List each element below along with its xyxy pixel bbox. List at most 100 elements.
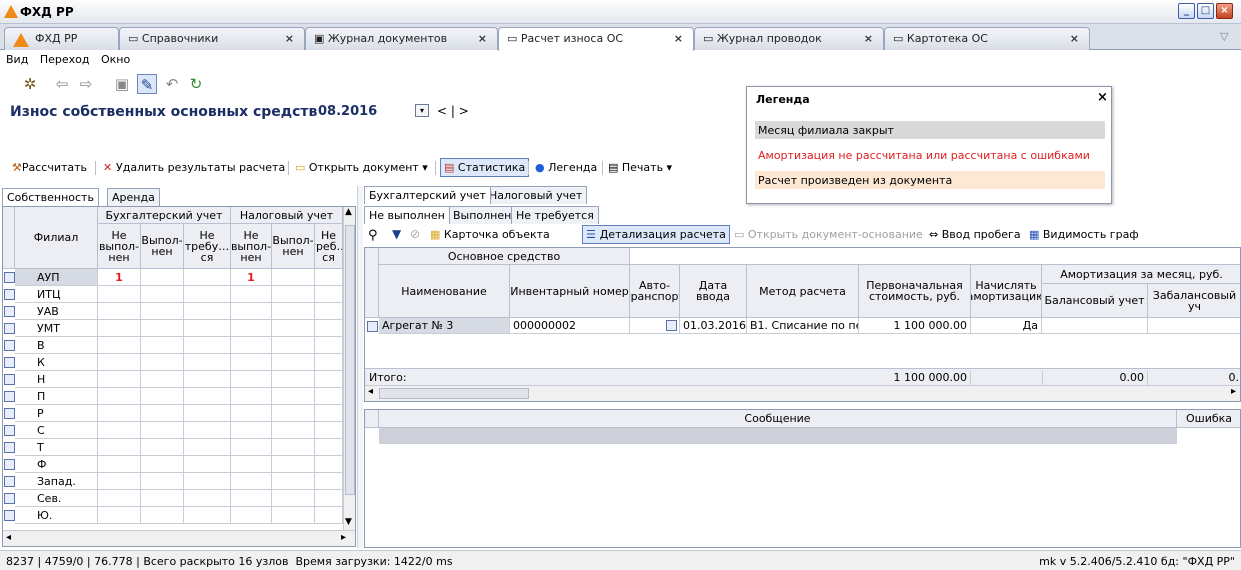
cell-count[interactable] <box>141 354 184 371</box>
col-header-tax-not-done[interactable]: Не выпол-нен <box>231 224 272 269</box>
close-tab-icon[interactable]: × <box>478 32 487 45</box>
scroll-left-icon[interactable]: ◂ <box>368 386 373 397</box>
cell-count[interactable] <box>98 405 141 422</box>
col-header-commission-date[interactable]: Дата ввода <box>680 265 747 318</box>
cell-count[interactable] <box>98 337 141 354</box>
maximize-button[interactable]: □ <box>1197 3 1214 19</box>
cell-count[interactable] <box>184 337 231 354</box>
cell-count[interactable] <box>184 354 231 371</box>
cell-accrue[interactable]: Да <box>971 318 1042 334</box>
cell-count[interactable] <box>315 320 343 337</box>
cell-count[interactable] <box>184 490 231 507</box>
scroll-right-icon[interactable]: ▸ <box>1231 386 1236 397</box>
filter-icon[interactable]: ▼ <box>392 227 401 241</box>
horizontal-scrollbar[interactable]: ◂ ▸ <box>365 385 1240 401</box>
cell-count[interactable] <box>272 371 315 388</box>
scroll-down-icon[interactable]: ▼ <box>345 517 352 527</box>
save-icon[interactable]: ▣ <box>112 74 132 94</box>
col-header-tax-done[interactable]: Выпол-нен <box>272 224 315 269</box>
calculate-button[interactable]: ⚒Рассчитать <box>12 161 87 174</box>
close-tab-icon[interactable]: × <box>674 32 683 45</box>
cell-count[interactable] <box>315 456 343 473</box>
cell-count[interactable] <box>98 490 141 507</box>
period-dropdown-icon[interactable]: ▾ <box>415 104 429 117</box>
cell-count[interactable] <box>315 439 343 456</box>
col-header-tax-not-required[interactable]: Не треб…ся <box>315 224 343 269</box>
row-selector-checkbox[interactable] <box>4 408 15 419</box>
cell-balance[interactable] <box>1042 318 1148 334</box>
cell-count[interactable]: 1 <box>231 269 272 286</box>
tab-postings[interactable]: ▭ Журнал проводок × <box>694 27 884 50</box>
cell-count[interactable]: 1 <box>98 269 141 286</box>
message-row[interactable] <box>379 428 1177 444</box>
cell-filial[interactable]: Сев. <box>15 490 98 507</box>
tab-depreciation[interactable]: ▭ Расчет износа ОС × <box>498 27 694 51</box>
col-header-calc-method[interactable]: Метод расчета <box>747 265 859 318</box>
refresh-icon[interactable]: ↻ <box>186 74 206 94</box>
close-tab-icon[interactable]: × <box>1070 32 1079 45</box>
edit-icon[interactable]: ✎ <box>137 74 157 94</box>
row-selector-checkbox[interactable] <box>4 425 15 436</box>
close-tab-icon[interactable]: × <box>864 32 873 45</box>
cell-count[interactable] <box>141 303 184 320</box>
object-card-button[interactable]: ▦ Карточка объекта <box>430 228 550 241</box>
row-selector-checkbox[interactable] <box>4 476 15 487</box>
cell-count[interactable] <box>231 388 272 405</box>
tab-cards[interactable]: ▭ Картотека ОС × <box>884 27 1090 50</box>
row-selector-checkbox[interactable] <box>4 510 15 521</box>
cell-count[interactable] <box>315 303 343 320</box>
legend-close-button[interactable]: × <box>1097 90 1108 105</box>
legend-button[interactable]: ● Легенда <box>535 161 597 174</box>
cell-count[interactable] <box>231 456 272 473</box>
cell-count[interactable] <box>141 456 184 473</box>
cell-count[interactable] <box>98 303 141 320</box>
cell-count[interactable] <box>184 286 231 303</box>
cell-count[interactable] <box>231 473 272 490</box>
minimize-button[interactable]: _ <box>1178 3 1195 19</box>
forward-arrow-icon[interactable]: ⇨ <box>76 74 96 94</box>
cell-count[interactable] <box>315 286 343 303</box>
col-header-vehicle[interactable]: Авто-транспорт <box>630 265 680 318</box>
cell-count[interactable] <box>98 388 141 405</box>
row-selector-checkbox[interactable] <box>367 321 378 332</box>
row-selector-checkbox[interactable] <box>4 357 15 368</box>
cell-filial[interactable]: К <box>15 354 98 371</box>
row-selector-checkbox[interactable] <box>4 493 15 504</box>
cell-count[interactable] <box>315 354 343 371</box>
mileage-input-button[interactable]: ⇔ Ввод пробега <box>929 228 1021 241</box>
scroll-thumb[interactable] <box>379 388 529 399</box>
cell-filial[interactable]: Н <box>15 371 98 388</box>
cell-date[interactable]: 01.03.2016 <box>680 318 747 334</box>
cell-count[interactable] <box>231 303 272 320</box>
cell-count[interactable] <box>231 439 272 456</box>
row-selector-checkbox[interactable] <box>4 340 15 351</box>
col-header-not-done[interactable]: Не выпол-нен <box>98 224 141 269</box>
col-header-done[interactable]: Выпол-нен <box>141 224 184 269</box>
row-selector-checkbox[interactable] <box>4 391 15 402</box>
cell-count[interactable] <box>141 405 184 422</box>
cell-initial-cost[interactable]: 1 100 000.00 <box>859 318 971 334</box>
tab-own[interactable]: Собственность <box>2 188 99 206</box>
row-selector-checkbox[interactable] <box>4 306 15 317</box>
cell-inventory-number[interactable]: 000000002 <box>510 318 630 334</box>
cell-count[interactable] <box>141 473 184 490</box>
scroll-left-icon[interactable]: ◂ <box>6 532 11 543</box>
cell-count[interactable] <box>98 371 141 388</box>
cell-filial[interactable]: АУП <box>15 269 98 286</box>
tab-not-required[interactable]: Не требуется <box>511 206 599 224</box>
columns-visibility-button[interactable]: ▦ Видимость граф <box>1029 228 1139 241</box>
cell-method[interactable]: В1. Списание по пе <box>747 318 859 334</box>
delete-results-button[interactable]: ✕ Удалить результаты расчета <box>103 161 285 174</box>
cell-vehicle[interactable] <box>630 318 680 334</box>
cell-count[interactable] <box>272 439 315 456</box>
cell-count[interactable] <box>272 337 315 354</box>
cell-count[interactable] <box>98 473 141 490</box>
cell-count[interactable] <box>272 456 315 473</box>
calc-details-button[interactable]: ☰ Детализация расчета <box>582 225 730 244</box>
cell-filial[interactable]: УМТ <box>15 320 98 337</box>
cell-filial[interactable]: Р <box>15 405 98 422</box>
row-selector-checkbox[interactable] <box>4 442 15 453</box>
cell-count[interactable] <box>98 320 141 337</box>
cell-count[interactable] <box>184 303 231 320</box>
cell-count[interactable] <box>272 303 315 320</box>
